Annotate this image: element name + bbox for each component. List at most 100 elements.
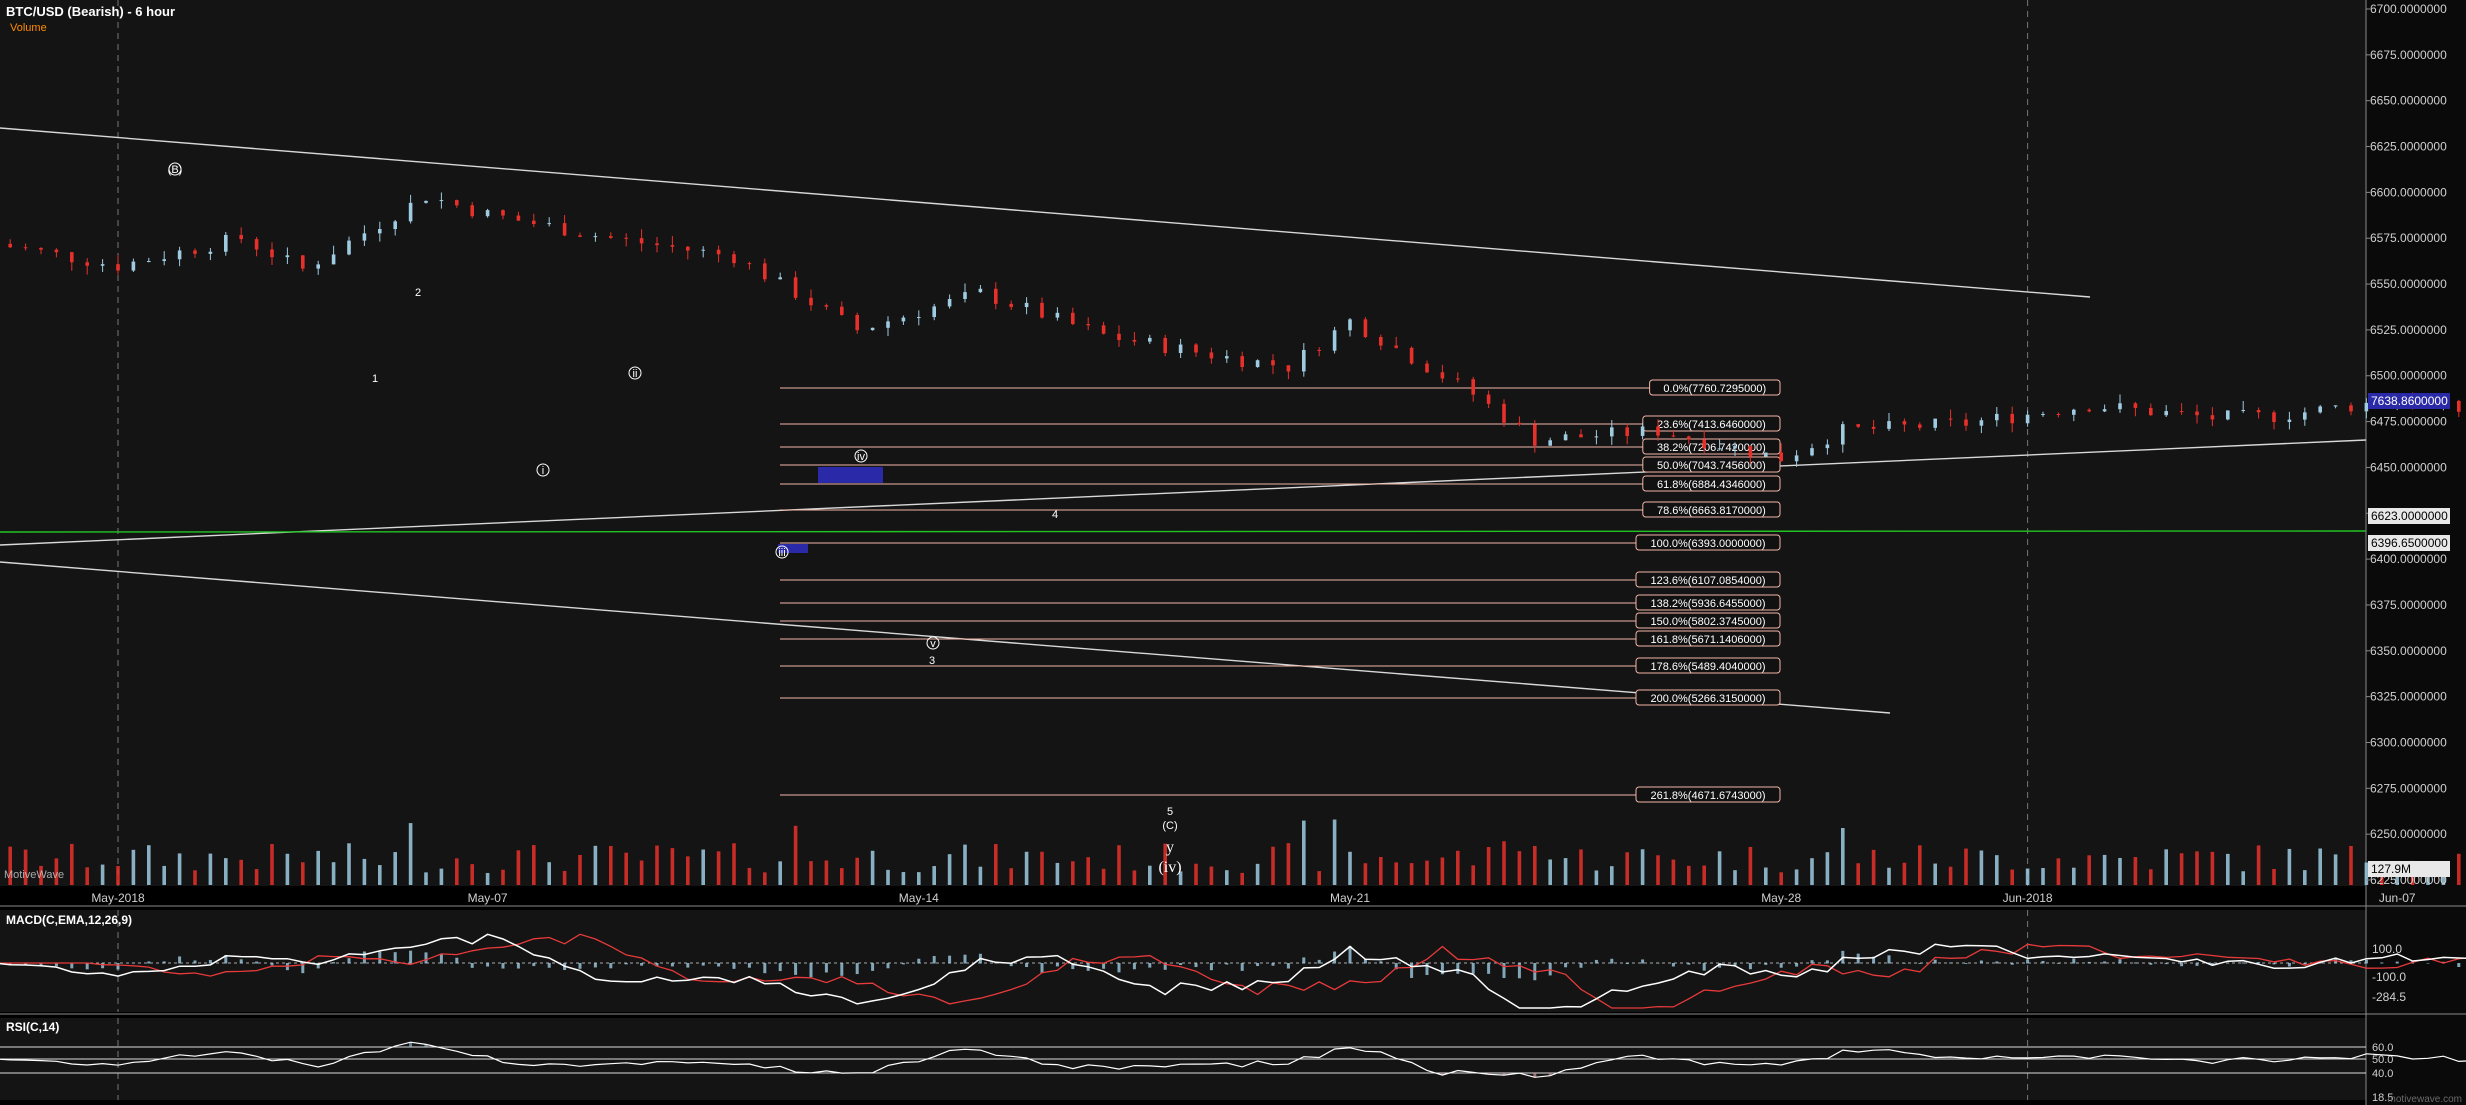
volume-bar — [1317, 871, 1321, 885]
macd-histogram-bar — [1779, 963, 1783, 968]
candle-body — [1964, 419, 1968, 426]
volume-bar — [1009, 868, 1013, 885]
volume-bar — [1148, 865, 1152, 885]
macd-histogram-bar — [1271, 963, 1275, 966]
macd-histogram-bar — [1148, 963, 1152, 968]
volume-bar — [1871, 849, 1876, 885]
candle-body — [316, 264, 320, 269]
volume-bar — [2226, 853, 2230, 885]
macd-histogram-bar — [2241, 962, 2245, 964]
volume-bar — [1995, 855, 1999, 885]
fib-label: 138.2%(5936.6455000) — [1651, 598, 1766, 610]
candle-body — [1717, 448, 1722, 450]
fib-label: 78.6%(6663.8170000) — [1657, 505, 1766, 517]
volume-bar — [131, 849, 136, 885]
candle-body — [532, 220, 536, 225]
candle-body — [1425, 363, 1429, 373]
volume-bar — [1810, 858, 1814, 885]
candle-body — [193, 250, 197, 254]
candle-body — [886, 321, 890, 328]
wave-label: (C) — [1162, 820, 1177, 832]
macd-histogram-bar — [901, 963, 905, 965]
volume-bar — [778, 861, 782, 885]
candle-body — [2164, 411, 2168, 416]
candle-body — [2025, 414, 2030, 424]
rsi-axis-label: 40.0 — [2372, 1068, 2393, 1080]
candle-body — [947, 298, 952, 307]
price-tick-label: 6625.0000000 — [2370, 140, 2447, 154]
volume-bar — [547, 862, 551, 885]
macd-histogram-bar — [501, 963, 505, 969]
macd-histogram-bar — [1240, 963, 1244, 971]
candle-body — [855, 314, 859, 331]
macd-histogram-bar — [439, 953, 443, 964]
volume-bar — [2241, 871, 2245, 885]
volume-bar — [2210, 851, 2215, 885]
macd-histogram-bar — [1209, 963, 1213, 971]
time-tick-label: May-28 — [1761, 891, 1801, 905]
volume-bar — [516, 850, 521, 885]
candle-body — [763, 263, 767, 280]
macd-histogram-bar — [208, 959, 212, 964]
candle-body — [1887, 421, 1891, 429]
macd-histogram-bar — [1748, 963, 1752, 970]
volume-bar — [701, 849, 705, 885]
macd-histogram-bar — [886, 963, 890, 969]
candle-body — [1240, 356, 1244, 368]
macd-histogram-bar — [547, 963, 551, 968]
price-marker: 6396.6500000 — [2371, 536, 2448, 550]
volume-bar — [455, 858, 459, 885]
candle-body — [1918, 424, 1922, 428]
volume-bar — [208, 853, 213, 885]
volume-bar — [1225, 870, 1229, 885]
candle-body — [578, 235, 582, 237]
macd-histogram-bar — [2395, 961, 2399, 964]
candle-body — [1055, 312, 1060, 318]
macd-histogram-bar — [1671, 963, 1675, 967]
volume-bar — [1240, 872, 1244, 885]
candle-body — [1995, 413, 1999, 421]
candle-body — [901, 317, 906, 322]
macd-histogram-bar — [101, 963, 105, 969]
candle-body — [2318, 406, 2322, 413]
volume-bar — [1379, 857, 1383, 885]
volume-bar — [2179, 853, 2184, 885]
candle-body — [963, 292, 967, 299]
volume-bar — [162, 865, 166, 885]
candle-body — [1148, 337, 1152, 342]
wave-label: 2 — [415, 287, 421, 299]
volume-bar — [1471, 865, 1475, 885]
volume-bar — [1702, 865, 1706, 885]
volume-bar — [1332, 819, 1337, 885]
candle-body — [2303, 412, 2307, 420]
volume-bar — [1902, 862, 1907, 885]
macd-histogram-bar — [2164, 963, 2168, 965]
macd-panel — [0, 910, 2366, 1012]
volume-bar — [177, 853, 182, 885]
candle-body — [516, 215, 521, 221]
macd-histogram-bar — [162, 961, 166, 964]
volume-bar — [85, 867, 89, 885]
candle-body — [424, 200, 428, 203]
chart-canvas[interactable]: 0.0%(7760.7295000)23.6%(7413.6460000)38.… — [0, 0, 2466, 1105]
volume-bar — [2041, 868, 2045, 885]
candle-body — [2272, 412, 2276, 422]
candle-body — [85, 262, 89, 266]
macd-histogram-bar — [1487, 963, 1491, 974]
volume-bar — [1425, 860, 1429, 885]
candle-body — [162, 259, 166, 262]
macd-histogram-bar — [362, 951, 366, 964]
candle-body — [1979, 420, 1984, 426]
footer-mark: motivewave.com — [2388, 1094, 2462, 1105]
volume-bar — [824, 860, 829, 885]
candle-body — [2087, 409, 2091, 412]
macd-histogram-bar — [378, 951, 382, 964]
candle-body — [439, 200, 444, 202]
wave-label: y — [1166, 839, 1174, 856]
candle-body — [1024, 302, 1029, 308]
macd-histogram-bar — [1117, 963, 1121, 973]
candle-body — [2149, 407, 2153, 416]
volume-bar — [1625, 852, 1629, 885]
candle-body — [224, 234, 228, 252]
macd-histogram-bar — [2087, 961, 2091, 964]
